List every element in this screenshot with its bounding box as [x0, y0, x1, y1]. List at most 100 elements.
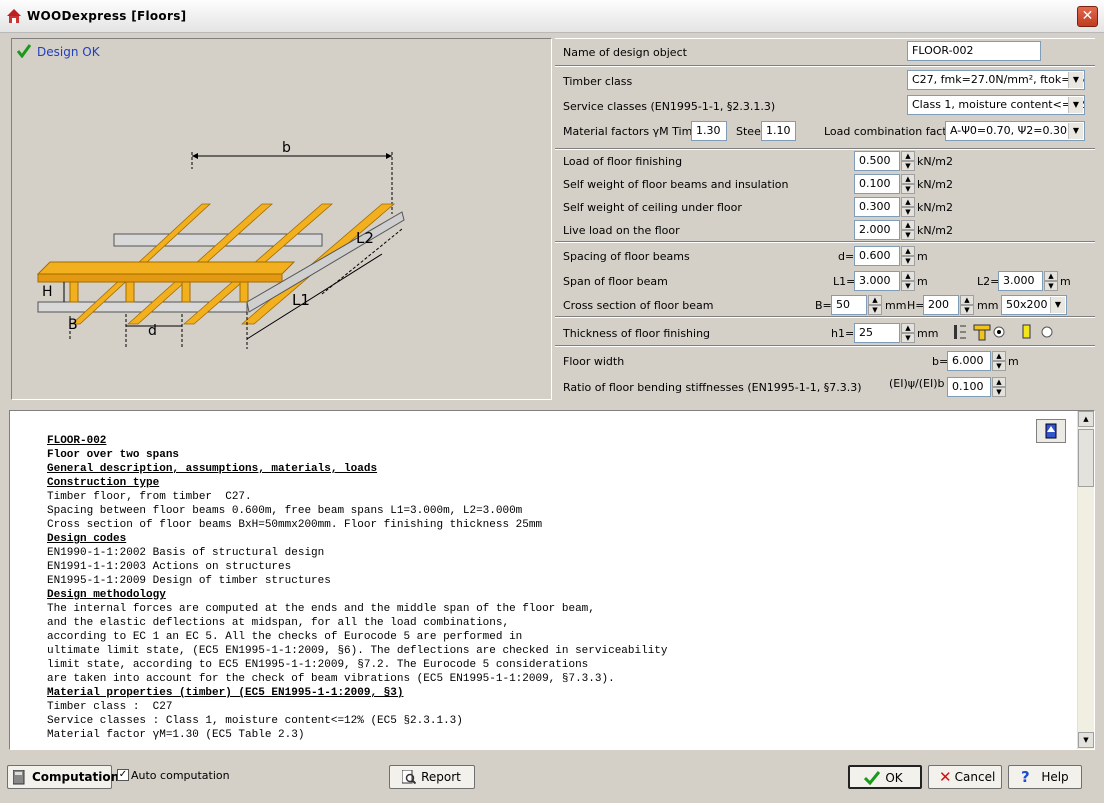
dim-B: B [68, 317, 78, 333]
load-label-1: Self weight of floor beams and insulatio… [563, 178, 789, 191]
L1-label: L1= [833, 275, 856, 288]
chevron-down-icon: ▼ [1050, 297, 1065, 313]
h1-label: h1= [831, 327, 855, 340]
timber-class-label: Timber class [563, 75, 633, 88]
radio-t-beam[interactable] [993, 326, 1005, 338]
L1-unit: m [917, 275, 928, 288]
radio-rect-beam[interactable] [1041, 326, 1053, 338]
L2-input[interactable]: 3.000 [998, 271, 1043, 291]
section-profile-icon [954, 325, 966, 339]
load-label-0: Load of floor finishing [563, 155, 683, 168]
L1-spinner[interactable]: ▲ ▼ [901, 271, 915, 291]
B-label: B= [815, 299, 832, 312]
floor-width-unit: m [1008, 355, 1019, 368]
load-input-1[interactable]: 0.100 [854, 174, 900, 194]
B-unit: mm [885, 299, 907, 312]
name-section: Name of design object FLOOR-002 [555, 38, 1095, 64]
section-select[interactable]: 50x200 ▼ [1001, 295, 1067, 315]
section-value: 50x200 [1006, 298, 1048, 311]
dim-H: H [42, 284, 53, 300]
report-line: Service classes : Class 1, moisture cont… [47, 715, 463, 727]
report-text: FLOOR-002 Floor over two spans General des… [47, 434, 668, 742]
B-spinner[interactable]: ▲ ▼ [868, 295, 882, 315]
report-line: EN1990-1-1:2002 Basis of structural desi… [47, 547, 325, 559]
help-label: Help [1041, 770, 1069, 784]
h1-spinner[interactable]: ▲ ▼ [901, 323, 915, 343]
report-top-button[interactable] [1036, 419, 1066, 443]
H-label: H= [907, 299, 925, 312]
report-button[interactable]: Report [389, 765, 475, 789]
cancel-button[interactable]: ✕ Cancel [928, 765, 1002, 789]
spacing-input[interactable]: 0.600 [854, 246, 900, 266]
floor-width-spinner[interactable]: ▲ ▼ [992, 351, 1006, 371]
load-spinner-2[interactable]: ▲ ▼ [901, 197, 915, 217]
help-button[interactable]: ? Help [1008, 765, 1082, 789]
load-input-0[interactable]: 0.500 [854, 151, 900, 171]
ok-label: OK [885, 771, 903, 785]
dim-d: d [148, 323, 157, 339]
window-title: WOODexpress [Floors] [27, 9, 187, 23]
ratio-spinner[interactable]: ▲ ▼ [992, 377, 1006, 397]
H-spinner[interactable]: ▲ ▼ [960, 295, 974, 315]
scroll-thumb[interactable] [1078, 429, 1094, 487]
report-line: Floor over two spans [47, 449, 180, 461]
ratio-input[interactable]: 0.100 [947, 377, 991, 397]
report-line: according to EC 1 an EC 5. All the check… [47, 631, 523, 643]
title-bar: WOODexpress [Floors] ✕ [0, 0, 1104, 33]
rect-beam-icon[interactable] [1021, 323, 1033, 341]
service-class-value: Class 1, moisture content<=12% [912, 98, 1085, 111]
timber-factor-input[interactable]: 1.30 [691, 121, 727, 141]
timber-class-select[interactable]: C27, fmk=27.0N/mm², ftok=16.0 ▼ [907, 70, 1085, 90]
load-spinner-0[interactable]: ▲ ▼ [901, 151, 915, 171]
report-line: are taken into account for the check of … [47, 673, 615, 685]
h1-input[interactable]: 25 [854, 323, 900, 343]
load-spinner-1[interactable]: ▲ ▼ [901, 174, 915, 194]
report-line: Spacing between floor beams 0.600m, free… [47, 505, 523, 517]
load-input-3[interactable]: 2.000 [854, 220, 900, 240]
B-input[interactable]: 50 [831, 295, 867, 315]
report-line: EN1995-1-1:2009 Design of timber structu… [47, 575, 331, 587]
b-label: b= [932, 355, 949, 368]
steel-label: Steel [736, 125, 764, 138]
auto-computation-label: Auto computation [131, 769, 230, 782]
report-magnifier-icon [402, 770, 416, 785]
scroll-down-icon[interactable]: ▼ [1078, 732, 1094, 748]
service-label: Service classes (EN1995-1-1, §2.3.1.3) [563, 100, 776, 113]
loads-section: Load of floor finishing 0.500 ▲ ▼ kN/m2 S… [555, 148, 1095, 240]
close-button[interactable]: ✕ [1077, 6, 1098, 27]
report-line: Timber class : C27 [47, 701, 173, 713]
load-spinner-3[interactable]: ▲ ▼ [901, 220, 915, 240]
dim-b: b [282, 140, 291, 156]
H-input[interactable]: 200 [923, 295, 959, 315]
L1-input[interactable]: 3.000 [854, 271, 900, 291]
span-label: Span of floor beam [563, 275, 668, 288]
floor-width-input[interactable]: 6.000 [947, 351, 991, 371]
report-area[interactable]: FLOOR-002 Floor over two spans General des… [9, 410, 1095, 750]
spacing-spinner[interactable]: ▲ ▼ [901, 246, 915, 266]
load-input-2[interactable]: 0.300 [854, 197, 900, 217]
report-line: General description, assumptions, materi… [47, 463, 378, 475]
steel-factor-input[interactable]: 1.10 [761, 121, 796, 141]
report-scrollbar[interactable]: ▲ ▼ [1077, 411, 1094, 749]
report-line: ultimate limit state, (EC5 EN1995-1-1:20… [47, 645, 668, 657]
h1-unit: mm [917, 327, 939, 340]
drawing-panel: Design OK b L2 L1 H B d [11, 38, 552, 400]
t-beam-icon[interactable] [973, 323, 991, 341]
L2-unit: m [1060, 275, 1071, 288]
chevron-down-icon: ▼ [1068, 72, 1083, 88]
floor-width-label: Floor width [563, 355, 625, 368]
load-unit-0: kN/m2 [917, 155, 954, 168]
name-input[interactable]: FLOOR-002 [907, 41, 1041, 61]
spacing-label: Spacing of floor beams [563, 250, 690, 263]
scroll-up-icon[interactable]: ▲ [1078, 411, 1094, 427]
auto-computation-checkbox[interactable]: ✓ [117, 769, 129, 781]
cancel-label: Cancel [954, 770, 996, 784]
L2-spinner[interactable]: ▲ ▼ [1044, 271, 1058, 291]
load-combination-select[interactable]: A-Ψ0=0.70, Ψ2=0.30 ▼ [945, 121, 1085, 141]
service-class-select[interactable]: Class 1, moisture content<=12% ▼ [907, 95, 1085, 115]
thickness-section: Thickness of floor finishing h1= 25 ▲ ▼ m… [555, 316, 1095, 344]
ok-button[interactable]: OK [848, 765, 922, 789]
computations-button[interactable]: Computations [7, 765, 126, 789]
dim-L2: L2 [356, 229, 374, 247]
load-label-2: Self weight of ceiling under floor [563, 201, 742, 214]
